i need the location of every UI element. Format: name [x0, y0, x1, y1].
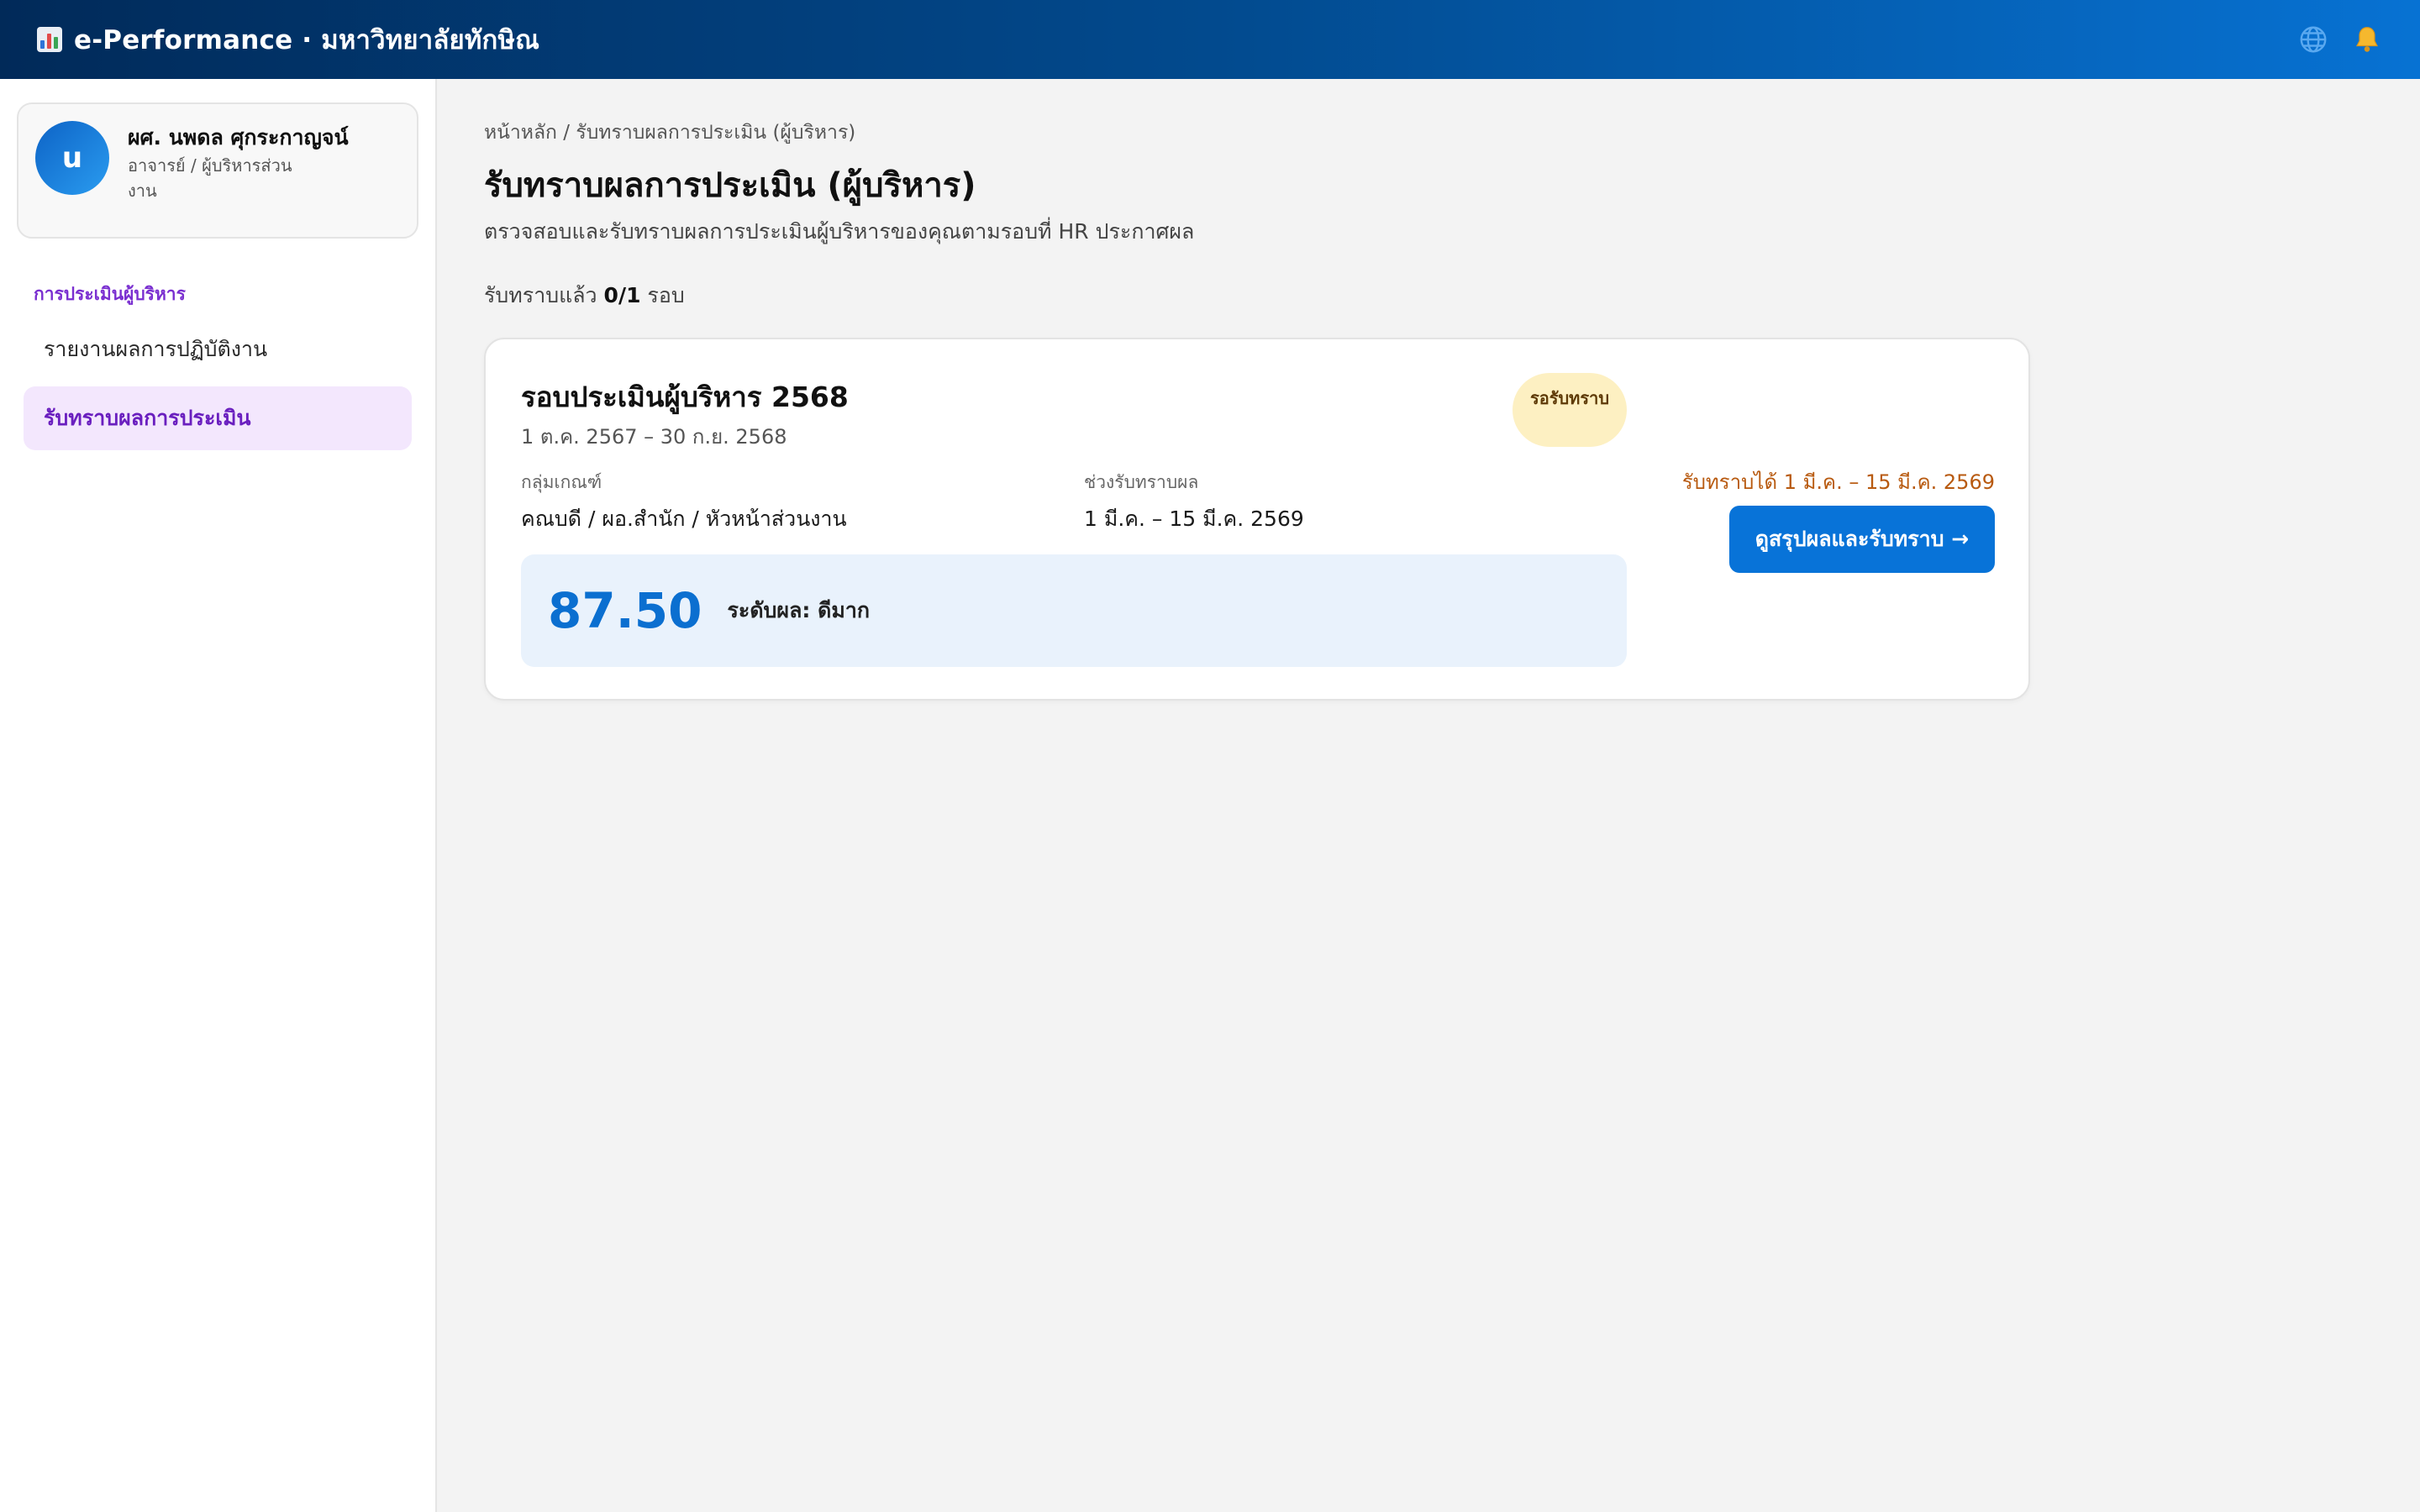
sidebar-item-label: รายงานผลการปฏิบัติงาน [44, 337, 268, 361]
top-actions [2297, 24, 2383, 55]
bell-icon[interactable] [2351, 24, 2383, 55]
page-title: รับทราบผลการประเมิน (ผู้บริหาร) [484, 166, 976, 205]
ack-summary-suffix: รอบ [647, 283, 685, 307]
criteria-group-value: คณบดี / ผอ.สำนัก / หัวหน้าส่วนงาน [521, 507, 847, 531]
app-title: e-Performance · มหาวิทยาลัยทักษิณ [74, 25, 540, 55]
score-value: 87.50 [548, 582, 702, 639]
ack-summary: รับทราบแล้ว 0/1 รอบ [484, 279, 685, 312]
sidebar-item-acknowledge-results[interactable]: รับทราบผลการประเมิน [24, 386, 412, 450]
evaluation-round-card: รอบประเมินผู้บริหาร 2568 1 ต.ค. 2567 – 3… [484, 338, 2030, 701]
sidebar: u ผศ. นพดล ศุกระกาญจน์ อาจารย์ / ผู้บริห… [0, 79, 437, 1512]
top-bar: e-Performance · มหาวิทยาลัยทักษิณ [0, 0, 2420, 79]
profile-card: u ผศ. นพดล ศุกระกาญจน์ อาจารย์ / ผู้บริห… [17, 102, 418, 239]
avatar: u [35, 121, 109, 195]
ack-period-value: 1 มี.ค. – 15 มี.ค. 2569 [1084, 507, 1304, 531]
globe-icon[interactable] [2297, 24, 2329, 55]
score-box: 87.50 ระดับผล: ดีมาก [521, 554, 1627, 667]
round-title: รอบประเมินผู้บริหาร 2568 [521, 381, 849, 413]
ack-window-note: รับทราบได้ 1 มี.ค. – 15 มี.ค. 2569 [1681, 470, 1995, 494]
score-level: ระดับผล: ดีมาก [727, 598, 870, 622]
ack-period-label: ช่วงรับทราบผล [1084, 472, 1199, 492]
criteria-group-label: กลุ่มเกณฑ์ [521, 472, 602, 492]
status-badge: รอรับทราบ [1512, 373, 1627, 447]
ack-summary-count: 0/1 [603, 283, 641, 307]
round-dates: 1 ต.ค. 2567 – 30 ก.ย. 2568 [521, 425, 787, 449]
profile-role: อาจารย์ / ผู้บริหารส่วนงาน [128, 155, 292, 201]
sidebar-item-performance-report[interactable]: รายงานผลการปฏิบัติงาน [24, 318, 412, 381]
breadcrumb: หน้าหลัก / รับทราบผลการประเมิน (ผู้บริหา… [484, 122, 856, 144]
ack-summary-prefix: รับทราบแล้ว [484, 283, 597, 307]
sidebar-item-label: รับทราบผลการประเมิน [44, 406, 251, 430]
view-summary-acknowledge-button[interactable]: ดูสรุปผลและรับทราบ → [1729, 506, 1995, 573]
profile-name: ผศ. นพดล ศุกระกาญจน์ [128, 125, 349, 150]
brand: e-Performance · มหาวิทยาลัยทักษิณ [37, 18, 539, 60]
bar-chart-logo-icon [37, 27, 62, 52]
page-subtitle: ตรวจสอบและรับทราบผลการประเมินผู้บริหารขอ… [484, 219, 1195, 244]
menu-section-label: การประเมินผู้บริหาร [34, 284, 186, 304]
